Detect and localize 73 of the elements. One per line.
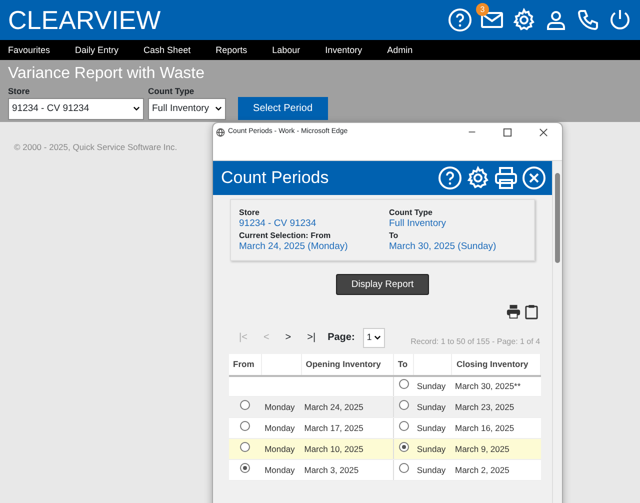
count-type-select[interactable]: Full Inventory	[148, 98, 226, 120]
menu-item[interactable]: Cash Sheet	[144, 40, 191, 60]
pager-button[interactable]: >|	[303, 330, 320, 346]
radio-button[interactable]	[240, 421, 250, 432]
print-icon[interactable]	[494, 166, 518, 190]
menu-item[interactable]: Daily Entry	[75, 40, 119, 60]
help-icon[interactable]	[448, 8, 472, 32]
summary-value: March 24, 2025 (Monday)	[239, 240, 349, 253]
column-header: To	[393, 354, 414, 376]
display-report-button[interactable]: Display Report	[336, 274, 429, 296]
menu-item[interactable]: Reports	[216, 40, 248, 60]
store-select[interactable]: 91234 - CV 91234	[8, 98, 144, 120]
caret-icon	[133, 106, 140, 112]
summary-value: Full Inventory	[389, 218, 448, 230]
page-title: Variance Report with Waste	[8, 64, 206, 84]
app-logo[interactable]: CLEARVIEW	[8, 7, 161, 33]
page-label: Page:	[328, 331, 355, 346]
phone-icon[interactable]	[576, 8, 600, 32]
column-header: Opening Inventory	[301, 354, 394, 376]
summary-label: Store	[239, 208, 260, 218]
menu-item[interactable]: Favourites	[8, 40, 50, 60]
radio-button[interactable]	[240, 442, 250, 452]
menu-item[interactable]: Inventory	[325, 40, 362, 60]
table-cell: March 24, 2025	[301, 396, 394, 418]
select-period-button[interactable]: Select Period	[238, 97, 328, 120]
field-label: Count Type	[148, 85, 196, 98]
table-cell: March 10, 2025	[301, 438, 394, 460]
close-icon[interactable]	[539, 128, 548, 136]
summary-value: 91234 - CV 91234	[239, 218, 318, 230]
maximize-icon[interactable]	[503, 128, 512, 136]
column-header: Closing Inventory	[452, 354, 540, 376]
table-cell: March 3, 2025	[301, 460, 394, 481]
copyright-text: © 2000 - 2025, Quick Service Software Inc.	[14, 142, 178, 152]
radio-button[interactable]	[398, 442, 409, 452]
print-icon[interactable]	[506, 304, 522, 320]
table-cell: March 23, 2025	[452, 396, 540, 418]
caret-icon	[374, 335, 381, 340]
pager-button[interactable]: >	[281, 330, 296, 346]
radio-button[interactable]	[398, 421, 409, 432]
summary-label: Current Selection: From	[239, 230, 332, 241]
page-select[interactable]: 1	[362, 328, 385, 348]
field-label: Store	[8, 85, 31, 98]
clipboard-icon[interactable]	[525, 304, 538, 320]
table-cell: March 9, 2025	[452, 438, 540, 460]
radio-button[interactable]	[398, 400, 409, 410]
table-cell: Sunday	[414, 460, 452, 481]
table-cell: Sunday	[414, 438, 452, 460]
radio-button[interactable]	[240, 463, 250, 474]
radio-button[interactable]	[398, 379, 409, 390]
settings-icon[interactable]	[466, 166, 490, 190]
table-cell: Monday	[262, 460, 302, 481]
power-icon[interactable]	[608, 8, 632, 32]
notification-badge: 3	[476, 3, 489, 16]
summary-value: March 30, 2025 (Sunday)	[389, 240, 498, 253]
caret-icon	[215, 106, 222, 112]
radio-button[interactable]	[398, 463, 409, 474]
summary-label: Count Type	[389, 208, 434, 218]
summary-label: To	[389, 230, 400, 241]
dialog-title: Count Periods	[221, 167, 329, 190]
table-cell: March 2, 2025	[452, 460, 540, 481]
table-cell: Sunday	[414, 396, 452, 418]
scrollbar-thumb[interactable]	[555, 173, 560, 263]
help-icon[interactable]	[438, 166, 462, 190]
user-icon[interactable]	[544, 8, 568, 32]
record-info: Record: 1 to 50 of 155 - Page: 1 of 4	[410, 336, 540, 348]
table-cell: Monday	[262, 438, 302, 460]
radio-button[interactable]	[240, 400, 250, 410]
menu-item[interactable]: Labour	[272, 40, 300, 60]
column-header: From	[229, 354, 262, 376]
menu-item[interactable]: Admin	[387, 40, 413, 60]
settings-icon[interactable]	[512, 8, 536, 32]
globe-icon	[216, 128, 225, 136]
table-cell: Monday	[262, 396, 302, 418]
